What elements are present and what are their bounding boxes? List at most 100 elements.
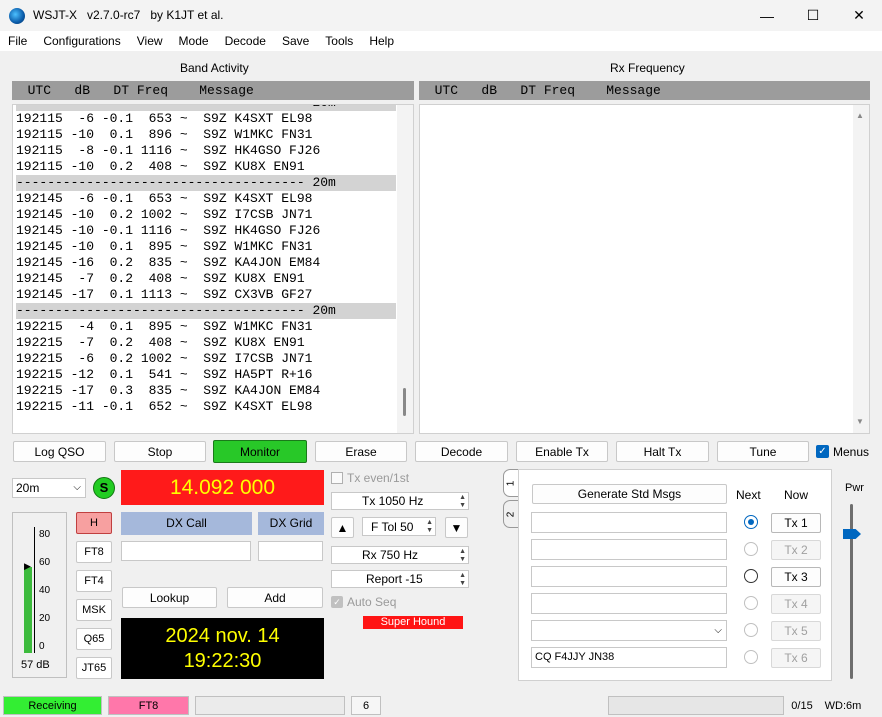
tx3-now-button[interactable]: Tx 3	[771, 567, 821, 587]
halt-tx-button[interactable]: Halt Tx	[616, 441, 709, 462]
meter-tick-0: 0	[39, 641, 45, 652]
tx-even-checkbox[interactable]	[331, 472, 343, 484]
decode-row[interactable]: 192215 -17 0.3 835 ~ S9Z KA4JON EM84	[16, 383, 396, 399]
rx-freq-spinbox[interactable]: Rx 750 Hz ▲ ▼	[331, 546, 469, 564]
menu-file[interactable]: File	[0, 34, 35, 48]
stop-button[interactable]: Stop	[114, 441, 206, 462]
mode-ft4-button[interactable]: FT4	[76, 570, 112, 592]
band-select[interactable]: 20m ⌵	[12, 478, 86, 498]
dx-call-input[interactable]	[121, 541, 251, 561]
now-label: Now	[784, 488, 809, 502]
decode-row[interactable]: 192115 -10 0.2 408 ~ S9Z KU8X EN91	[16, 159, 396, 175]
status-progress: 0/15	[791, 699, 813, 712]
tx2-next-radio[interactable]	[744, 542, 758, 556]
tx-to-rx-up-icon[interactable]: ▲	[331, 517, 354, 538]
tx3-message-input[interactable]	[531, 566, 727, 587]
add-button[interactable]: Add	[227, 587, 323, 608]
scroll-up-icon[interactable]: ▲	[856, 111, 864, 120]
status-mode: FT8	[108, 696, 189, 715]
tx6-next-radio[interactable]	[744, 650, 758, 664]
erase-button[interactable]: Erase	[315, 441, 407, 462]
dx-grid-label: DX Grid	[258, 512, 324, 535]
decode-row[interactable]: 192115 -6 -0.1 653 ~ S9Z K4SXT EL98	[16, 111, 396, 127]
decode-row[interactable]: 192215 -7 0.2 408 ~ S9Z KU8X EN91	[16, 335, 396, 351]
decode-row[interactable]: 192145 -16 0.2 835 ~ S9Z KA4JON EM84	[16, 255, 396, 271]
band-activity-scrollbar[interactable]	[397, 105, 413, 433]
tx2-message-input[interactable]	[531, 539, 727, 560]
tx1-next-radio[interactable]	[744, 515, 758, 529]
decode-row[interactable]: 192145 -10 0.2 1002 ~ S9Z I7CSB JN71	[16, 207, 396, 223]
menus-checkbox[interactable]: ✓	[816, 445, 829, 458]
decode-row[interactable]: 192145 -6 -0.1 653 ~ S9Z K4SXT EL98	[16, 191, 396, 207]
mode-ft8-button[interactable]: FT8	[76, 541, 112, 563]
close-button[interactable]: ✕	[836, 0, 882, 31]
lookup-button[interactable]: Lookup	[122, 587, 217, 608]
scroll-down-icon[interactable]: ▼	[856, 417, 864, 426]
next-label: Next	[736, 488, 761, 502]
pwr-slider-thumb[interactable]	[843, 529, 861, 539]
signal-meter: ▶ 80 60 40 20 0 57 dB	[12, 512, 67, 678]
tx3-next-radio[interactable]	[744, 569, 758, 583]
menu-mode[interactable]: Mode	[171, 34, 217, 48]
tx4-next-radio[interactable]	[744, 596, 758, 610]
decode-row[interactable]: 192215 -4 0.1 895 ~ S9Z W1MKC FN31	[16, 319, 396, 335]
log-qso-button[interactable]: Log QSO	[13, 441, 106, 462]
tx6-now-button[interactable]: Tx 6	[771, 648, 821, 668]
decode-row[interactable]: 192145 -7 0.2 408 ~ S9Z KU8X EN91	[16, 271, 396, 287]
mode-q65-button[interactable]: Q65	[76, 628, 112, 650]
auto-seq-checkbox[interactable]: ✓	[331, 596, 343, 608]
tx1-now-button[interactable]: Tx 1	[771, 513, 821, 533]
decode-row[interactable]: 192145 -17 0.1 1113 ~ S9Z CX3VB GF27	[16, 287, 396, 303]
decode-row[interactable]: 192115 -8 -0.1 1116 ~ S9Z HK4GSO FJ26	[16, 143, 396, 159]
decode-row[interactable]: 192215 -12 0.1 541 ~ S9Z HA5PT R+16	[16, 367, 396, 383]
menu-save[interactable]: Save	[274, 34, 317, 48]
status-bar: Receiving FT8 6 0/15 WD:6m	[0, 694, 882, 717]
decode-button[interactable]: Decode	[415, 441, 508, 462]
tx1-message-input[interactable]	[531, 512, 727, 533]
window-title: WSJT-X v2.7.0-rc7 by K1JT et al.	[33, 8, 224, 22]
tab-1[interactable]: 1	[503, 469, 518, 497]
ftol-spinbox[interactable]: F Tol 50 ▲ ▼	[362, 517, 436, 536]
tx5-next-radio[interactable]	[744, 623, 758, 637]
report-spinbox[interactable]: Report -15 ▲ ▼	[331, 570, 469, 588]
mode-jt65-button[interactable]: JT65	[76, 657, 112, 679]
tx-even-label: Tx even/1st	[347, 471, 410, 485]
mode-msk-button[interactable]: MSK	[76, 599, 112, 621]
mode-h-button[interactable]: H	[76, 512, 112, 534]
tune-button[interactable]: Tune	[717, 441, 809, 462]
scrollbar-thumb[interactable]	[403, 388, 406, 416]
maximize-button[interactable]: ☐	[790, 0, 836, 31]
tx-messages-panel: Generate Std Msgs Next Now Tx 1 Tx 2 Tx …	[518, 469, 832, 681]
tx5-message-select[interactable]: ⌵	[531, 620, 727, 641]
dx-grid-input[interactable]	[258, 541, 323, 561]
menu-help[interactable]: Help	[361, 34, 402, 48]
tab-2[interactable]: 2	[503, 500, 518, 528]
monitor-button[interactable]: Monitor	[213, 440, 307, 463]
tx5-now-button[interactable]: Tx 5	[771, 621, 821, 641]
decode-row[interactable]: 192145 -10 -0.1 1116 ~ S9Z HK4GSO FJ26	[16, 223, 396, 239]
enable-tx-button[interactable]: Enable Tx	[516, 441, 608, 462]
generate-std-msgs-button[interactable]: Generate Std Msgs	[532, 484, 727, 504]
menu-tools[interactable]: Tools	[317, 34, 361, 48]
menu-view[interactable]: View	[129, 34, 171, 48]
decode-row[interactable]: 192215 -11 -0.1 652 ~ S9Z K4SXT EL98	[16, 399, 396, 415]
spin-arrows-icon: ▲ ▼	[459, 572, 466, 587]
rx-frequency-list[interactable]: ▲ ▼	[419, 104, 870, 434]
minimize-button[interactable]: —	[744, 0, 790, 31]
tx4-now-button[interactable]: Tx 4	[771, 594, 821, 614]
decode-row[interactable]: 192115 -10 0.1 896 ~ S9Z W1MKC FN31	[16, 127, 396, 143]
tx-freq-spinbox[interactable]: Tx 1050 Hz ▲ ▼	[331, 492, 469, 510]
rx-to-tx-down-icon[interactable]: ▼	[445, 517, 468, 538]
tx6-message-input[interactable]: CQ F4JJY JN38	[531, 647, 727, 668]
tx2-now-button[interactable]: Tx 2	[771, 540, 821, 560]
signal-meter-bar	[24, 567, 32, 653]
band-separator-row: ------------------------------------- 20…	[16, 175, 396, 191]
decode-row[interactable]: 192145 -10 0.1 895 ~ S9Z W1MKC FN31	[16, 239, 396, 255]
band-activity-list[interactable]: ------------------------------------- 20…	[12, 104, 414, 434]
tx4-message-input[interactable]	[531, 593, 727, 614]
menu-configurations[interactable]: Configurations	[35, 34, 128, 48]
menu-decode[interactable]: Decode	[217, 34, 274, 48]
decode-row[interactable]: 192215 -6 0.2 1002 ~ S9Z I7CSB JN71	[16, 351, 396, 367]
rx-frequency-scrollbar[interactable]: ▲ ▼	[853, 105, 869, 433]
tx-progress-bar	[608, 696, 784, 715]
